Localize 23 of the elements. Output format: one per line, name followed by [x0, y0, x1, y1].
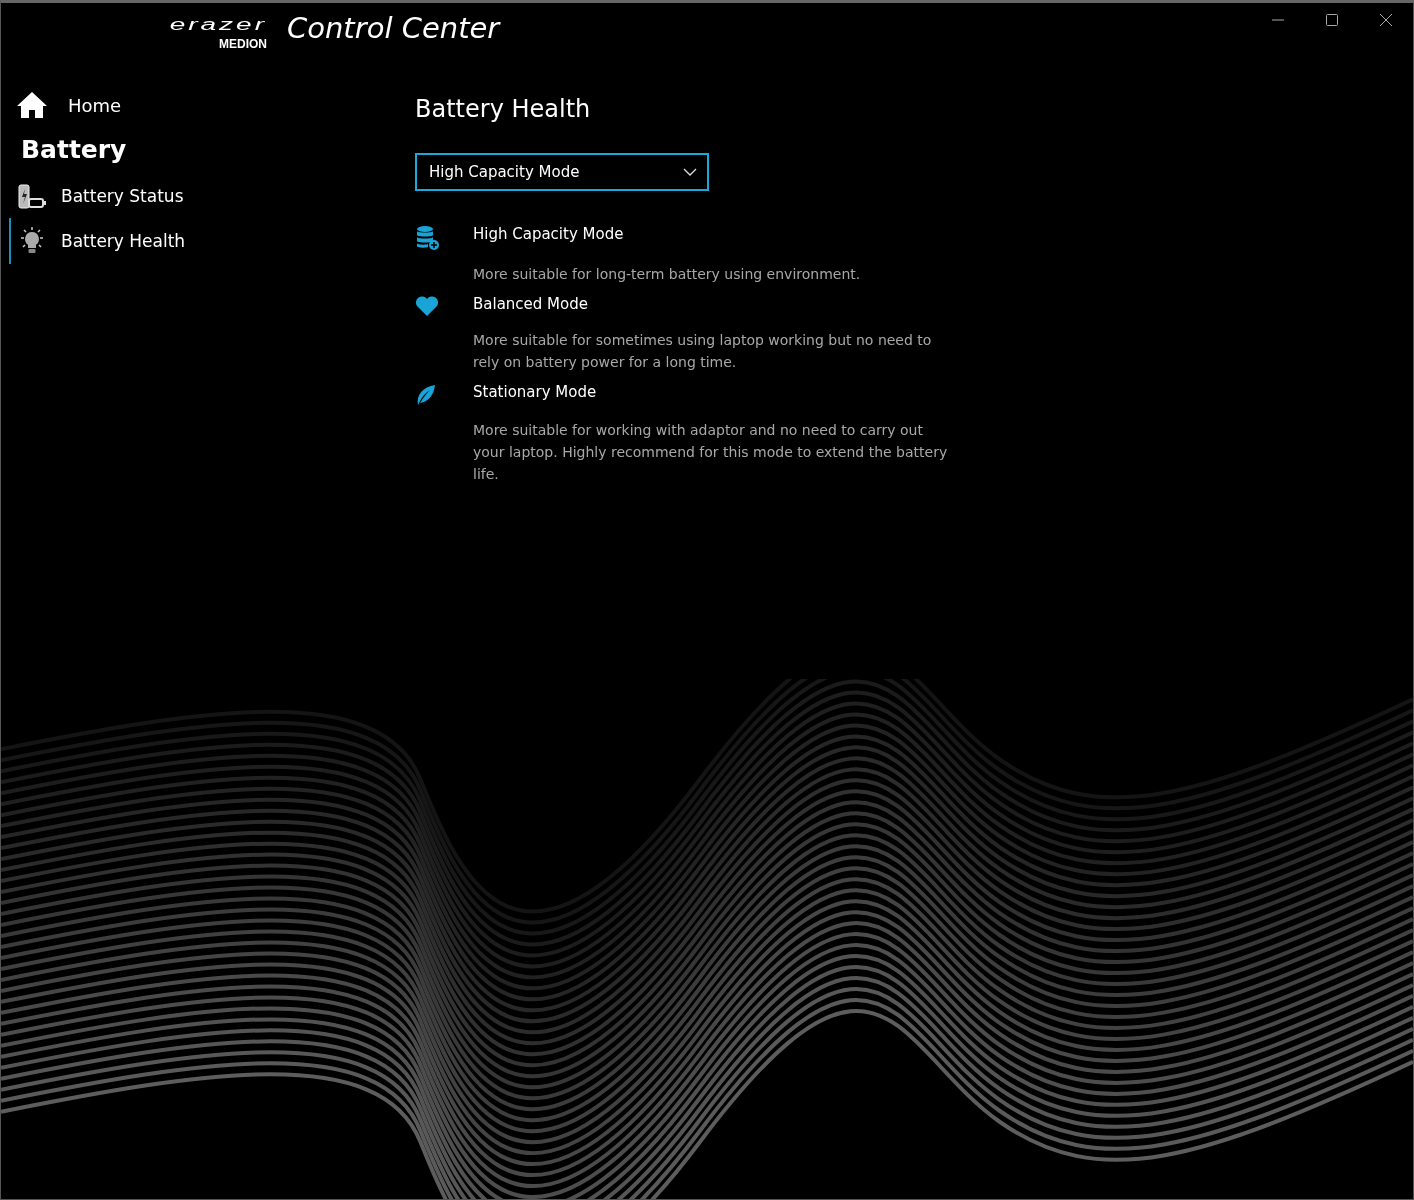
heart-icon	[415, 295, 439, 317]
database-plus-icon	[415, 225, 441, 251]
mode-description: More suitable for working with adaptor and no need to carry out your laptop. Highly recommend for this mode to extend the battery life.	[473, 421, 949, 484]
home-nav-item[interactable]: Home	[16, 91, 122, 119]
mode-description: More suitable for long-term battery using environment.	[473, 265, 862, 284]
logo-wordmark: erazer	[169, 17, 267, 33]
page-title: Battery Health	[415, 95, 592, 123]
mode-description: More suitable for sometimes using laptop working but no need to rely on battery power for a long time.	[473, 331, 933, 372]
mode-name: High Capacity Mode	[473, 225, 625, 245]
section-heading: Battery	[21, 135, 128, 164]
home-icon	[16, 91, 48, 119]
chevron-down-icon	[683, 168, 697, 176]
mode-dropdown[interactable]: High Capacity Mode	[415, 153, 709, 191]
leaf-icon	[415, 383, 437, 407]
sidebar-item[interactable]: Battery Status	[9, 174, 184, 218]
maximize-icon	[1326, 14, 1338, 26]
battery-plug-icon	[17, 182, 47, 210]
logo-brand: MEDION	[219, 37, 267, 51]
close-icon	[1380, 14, 1392, 26]
mode-name: Balanced Mode	[473, 295, 589, 315]
sidebar-item[interactable]: Battery Health	[9, 218, 186, 264]
mode-name: Stationary Mode	[473, 383, 598, 403]
app-title: Control Center	[287, 11, 500, 45]
